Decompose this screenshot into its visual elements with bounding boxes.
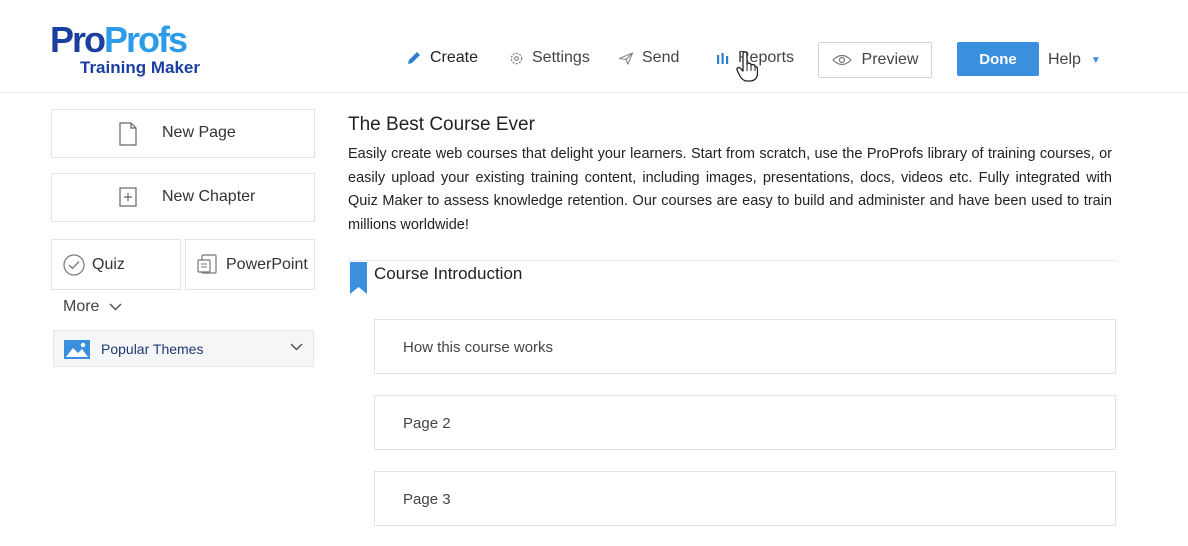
page-item[interactable]: Page 3	[374, 471, 1116, 526]
new-chapter-label: New Chapter	[162, 188, 256, 205]
page-item-label: How this course works	[403, 339, 554, 356]
paper-plane-icon	[618, 51, 634, 65]
help-label: Help	[1048, 51, 1081, 68]
bar-chart-icon	[717, 53, 729, 64]
page-item-label: Page 2	[403, 415, 451, 432]
bookmark-icon	[350, 262, 367, 294]
powerpoint-button[interactable]: PowerPoint	[185, 239, 315, 290]
page-icon	[119, 122, 137, 146]
nav-send[interactable]: Send	[618, 47, 679, 69]
more-toggle[interactable]: More	[63, 298, 122, 316]
page-item[interactable]: Page 2	[374, 395, 1116, 450]
powerpoint-label: PowerPoint	[226, 256, 308, 273]
gear-icon	[510, 52, 523, 64]
caret-down-icon: ▼	[1090, 54, 1101, 66]
nav-send-label: Send	[642, 49, 680, 66]
nav-create-label: Create	[430, 49, 479, 66]
image-icon	[64, 340, 90, 359]
popular-themes-dropdown[interactable]: Popular Themes	[53, 330, 314, 367]
quiz-button[interactable]: Quiz	[51, 239, 181, 290]
nav-settings-label: Settings	[532, 49, 590, 66]
page-item-label: Page 3	[403, 491, 451, 508]
nav-settings[interactable]: Settings	[509, 47, 590, 69]
proprofs-logo[interactable]: ProProfs Training Maker	[50, 22, 220, 82]
section-divider	[348, 260, 1116, 261]
preview-button[interactable]: Preview	[818, 42, 932, 78]
chevron-down-icon	[109, 303, 122, 311]
done-button[interactable]: Done	[957, 42, 1039, 76]
powerpoint-icon	[197, 254, 217, 274]
chevron-down-icon	[290, 343, 303, 351]
new-page-button[interactable]: New Page	[51, 109, 315, 158]
chapter-title[interactable]: Course Introduction	[374, 264, 522, 284]
check-circle-icon	[63, 254, 85, 276]
add-chapter-icon	[119, 187, 137, 207]
nav-create[interactable]: Create	[406, 47, 478, 69]
hand-cursor-icon	[736, 52, 758, 82]
quiz-label: Quiz	[92, 256, 125, 273]
logo-pro: Pro	[50, 19, 106, 60]
app-page: ProProfs Training Maker Create Settings …	[0, 0, 1188, 546]
logo-wordmark: ProProfs	[50, 19, 188, 60]
popular-themes-label: Popular Themes	[101, 341, 204, 357]
logo-profs: Profs	[104, 19, 188, 60]
logo-subtitle: Training Maker	[80, 58, 200, 77]
eye-icon	[831, 54, 852, 66]
page-item[interactable]: How this course works	[374, 319, 1116, 374]
course-description[interactable]: Easily create web courses that delight y…	[348, 143, 1112, 237]
help-menu[interactable]: Help ▼	[1048, 51, 1101, 69]
new-chapter-button[interactable]: New Chapter	[51, 173, 315, 222]
course-title[interactable]: The Best Course Ever	[348, 114, 535, 136]
top-header: ProProfs Training Maker Create Settings …	[0, 0, 1188, 93]
more-label: More	[63, 298, 100, 315]
pencil-icon	[408, 52, 420, 64]
new-page-label: New Page	[162, 124, 236, 141]
preview-label: Preview	[861, 51, 919, 68]
